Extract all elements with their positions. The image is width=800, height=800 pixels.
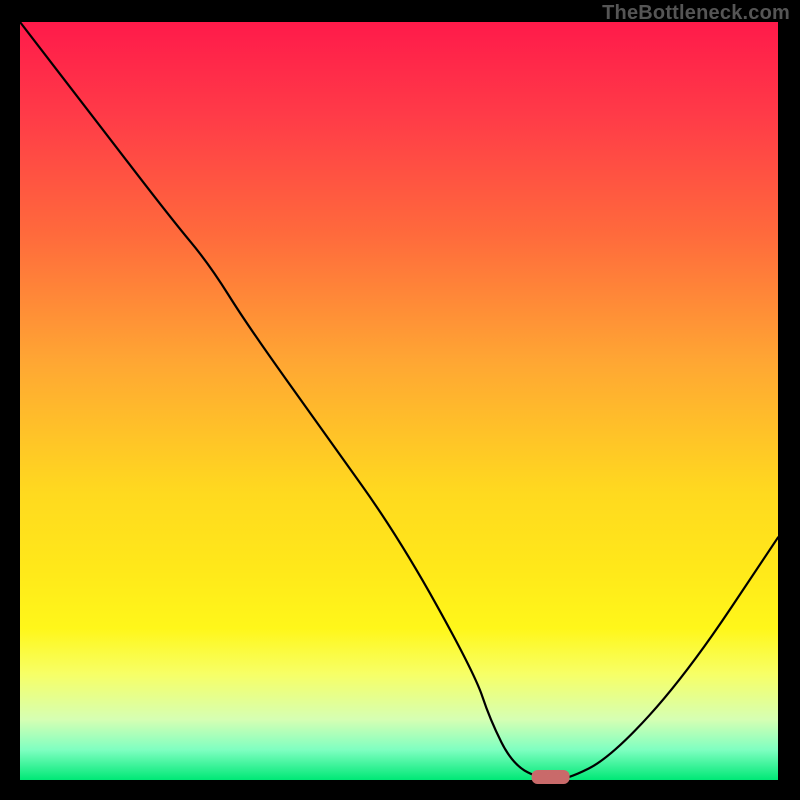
plot-area: [20, 22, 778, 780]
watermark-text: TheBottleneck.com: [602, 2, 790, 25]
chart-svg: [20, 22, 778, 780]
optimal-point-marker: [532, 770, 570, 784]
chart-frame: TheBottleneck.com: [0, 0, 800, 800]
bottleneck-curve-line: [20, 22, 778, 780]
